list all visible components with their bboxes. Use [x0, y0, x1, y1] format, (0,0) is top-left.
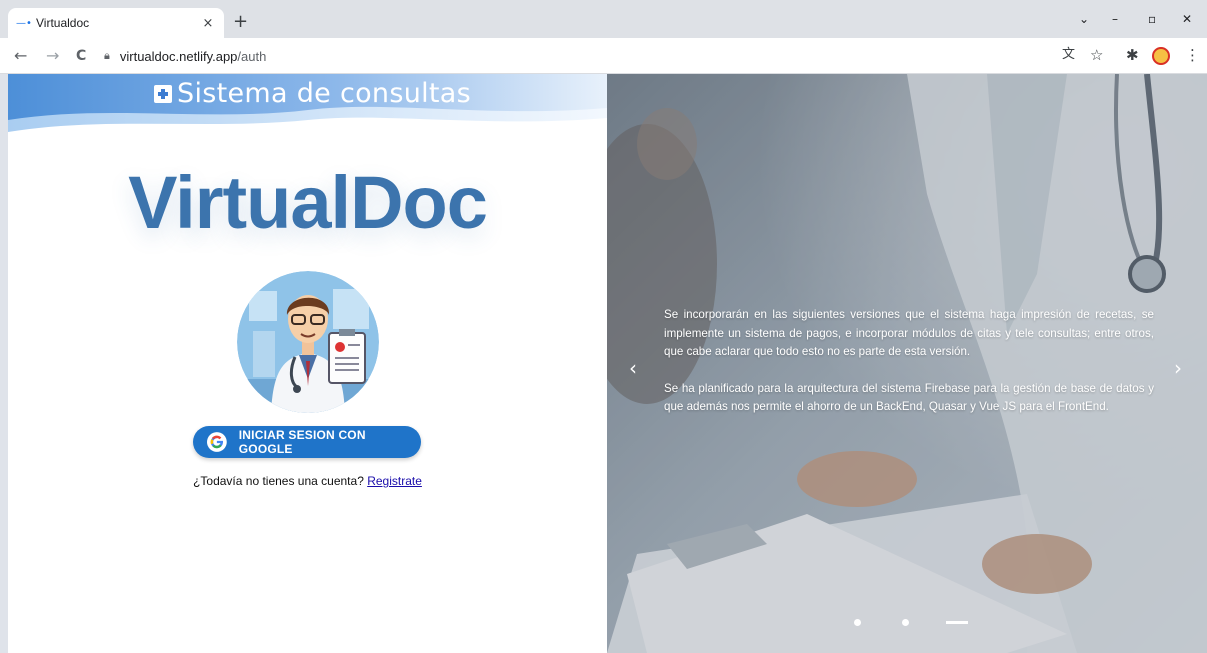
carousel-slide-text: Se incorporarán en las siguientes versio…	[664, 306, 1154, 435]
lock-icon[interactable]: 🔒︎	[104, 49, 110, 63]
google-signin-button[interactable]: INICIAR SESION CON GOOGLE	[193, 426, 421, 458]
carousel-dot-active[interactable]	[946, 621, 968, 624]
new-tab-button[interactable]: +	[233, 13, 248, 31]
google-logo-icon	[207, 432, 227, 452]
translate-icon[interactable]: 文	[1062, 47, 1075, 63]
carousel-next-button[interactable]: ›	[1174, 356, 1182, 380]
close-window-button[interactable]: ✕	[1182, 12, 1192, 26]
google-signin-label: INICIAR SESION CON GOOGLE	[238, 428, 366, 456]
login-panel: Sistema de consultas VirtualDoc INICIAR …	[8, 74, 607, 653]
brand-logo-text: VirtualDoc	[128, 161, 488, 244]
tab-virtualdoc[interactable]: —• Virtualdoc ×	[8, 8, 224, 38]
browser-toolbar: ← → C 🔒︎ virtualdoc.netlify.app /auth 文 …	[0, 38, 1207, 74]
minimize-button[interactable]: –	[1112, 12, 1118, 26]
tab-title: Virtualdoc	[36, 16, 90, 30]
medical-box-icon	[154, 85, 172, 103]
slide-paragraph: Se incorporarán en las siguientes versio…	[664, 308, 1154, 358]
maximize-button[interactable]: ▫	[1148, 12, 1156, 26]
url-path: /auth	[237, 48, 267, 64]
register-link[interactable]: Registrate	[367, 474, 422, 488]
doctor-avatar	[237, 271, 379, 413]
page-title: Sistema de consultas	[154, 76, 471, 110]
carousel-dot-1[interactable]	[854, 619, 861, 626]
browser-menu-icon[interactable]: ⋮	[1185, 47, 1200, 63]
signup-prompt-text: ¿Todavía no tienes una cuenta?	[193, 474, 368, 488]
slide-paragraph: Se ha planificado para la arquitectura d…	[664, 381, 1154, 414]
back-button[interactable]: ←	[14, 47, 27, 65]
address-bar[interactable]: 🔒︎ virtualdoc.netlify.app /auth	[104, 43, 1054, 69]
tab-strip: —• Virtualdoc × + ⌄ – ▫ ✕	[0, 0, 1207, 38]
extensions-puzzle-icon[interactable]: ✱	[1126, 47, 1139, 63]
tab-close-icon[interactable]: ×	[200, 16, 216, 31]
url-host: virtualdoc.netlify.app	[119, 48, 238, 64]
profile-avatar[interactable]	[1152, 47, 1170, 65]
info-carousel: ‹ › Se incorporarán en las siguientes ve…	[607, 74, 1207, 653]
page-title-text: Sistema de consultas	[177, 77, 472, 109]
page-viewport: Sistema de consultas VirtualDoc INICIAR …	[8, 74, 1207, 653]
favicon-icon: —•	[16, 17, 32, 29]
bookmark-star-icon[interactable]: ☆	[1090, 47, 1103, 63]
signup-prompt: ¿Todavía no tienes una cuenta? Registrat…	[8, 474, 607, 488]
tab-search-icon[interactable]: ⌄	[1079, 12, 1089, 26]
carousel-dot-2[interactable]	[902, 619, 909, 626]
reload-button[interactable]: C	[76, 47, 86, 65]
carousel-prev-button[interactable]: ‹	[629, 356, 637, 380]
forward-button[interactable]: →	[46, 47, 59, 65]
